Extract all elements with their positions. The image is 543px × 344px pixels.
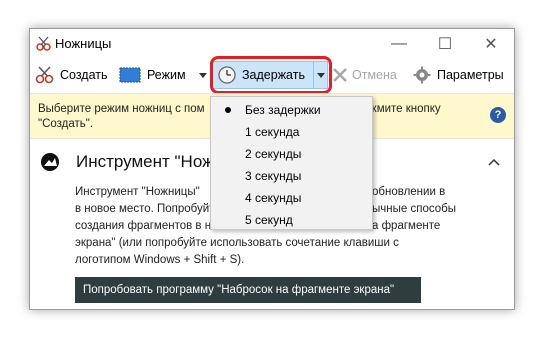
delay-menu-item-label: Без задержки	[245, 103, 321, 117]
tool-body-line-right: ычные способы	[372, 203, 456, 215]
mode-label: Режим	[147, 68, 186, 82]
delay-dropdown-menu: Без задержки 1 секунда 2 секунды 3 секун…	[210, 96, 373, 230]
info-text-left: Выберите режим ножниц с пом	[38, 103, 205, 115]
scissors-icon	[35, 66, 54, 84]
maximize-button[interactable]: ☐	[422, 29, 468, 59]
tool-body-line: создания фрагментов в н	[75, 220, 212, 232]
cancel-x-icon	[333, 68, 347, 82]
delay-menu-item-label: 1 секунда	[245, 125, 300, 139]
tool-body-line: Инструмент "Ножницы"	[75, 186, 200, 198]
tool-body-line: в новое место. Попробуйт	[75, 203, 215, 215]
options-button[interactable]: Параметры	[413, 60, 504, 90]
cancel-label: Отмена	[352, 68, 397, 82]
delay-menu-item[interactable]: 5 секунд	[211, 209, 372, 231]
chevron-down-icon	[317, 72, 325, 78]
scissors-icon	[36, 36, 51, 51]
new-snip-button[interactable]: Создать	[35, 60, 108, 90]
chevron-down-icon	[199, 72, 207, 78]
info-text-line2: "Создать".	[38, 118, 94, 130]
new-snip-label: Создать	[60, 68, 108, 82]
clock-icon	[218, 66, 236, 84]
tool-body-line: экрана" (или попробуйте использовать соч…	[75, 237, 399, 249]
collapse-icon[interactable]	[488, 153, 500, 171]
window-title: Ножницы	[55, 36, 112, 51]
delay-menu-item[interactable]: 1 секунда	[211, 121, 372, 143]
delay-label: Задержать	[242, 68, 305, 82]
sketch-tool-icon	[41, 153, 59, 171]
mode-dropdown-arrow[interactable]	[199, 60, 207, 90]
close-button[interactable]: ✕	[468, 29, 514, 59]
toolbar: Создать Режим Задержать Отмена Параметры	[30, 56, 514, 94]
gear-icon	[413, 66, 431, 84]
delay-dropdown-arrow[interactable]	[313, 61, 328, 89]
try-snip-sketch-button[interactable]: Попробовать программу "Набросок на фрагм…	[75, 277, 421, 303]
delay-menu-item-label: 2 секунды	[245, 147, 302, 161]
minimize-button[interactable]: —	[376, 29, 422, 59]
delay-menu-item[interactable]: Без задержки	[211, 99, 372, 121]
cancel-button[interactable]: Отмена	[332, 60, 397, 90]
delay-menu-item-label: 5 секунд	[245, 213, 293, 227]
delay-menu-item-label: 3 секунды	[245, 169, 302, 183]
tool-section-title: Инструмент "Нож	[76, 152, 214, 171]
delay-button[interactable]: Задержать	[211, 61, 328, 89]
mode-button[interactable]: Режим	[119, 60, 186, 90]
tool-body-line: логотипом Windows + Shift + S).	[75, 254, 245, 266]
selected-bullet-icon	[225, 107, 231, 113]
delay-menu-item[interactable]: 4 секунды	[211, 187, 372, 209]
delay-menu-item[interactable]: 3 секунды	[211, 165, 372, 187]
tool-body-line-right: обновлении в	[372, 186, 446, 198]
help-icon[interactable]: ?	[490, 107, 506, 123]
rectangle-mode-icon	[119, 67, 141, 83]
tool-body-line-right: а фрагменте	[372, 220, 441, 232]
options-label: Параметры	[437, 68, 504, 82]
title-bar: Ножницы — ☐ ✕	[30, 29, 514, 59]
info-text-right: жмите кнопку	[369, 103, 441, 115]
delay-menu-item-label: 4 секунды	[245, 191, 302, 205]
delay-menu-item[interactable]: 2 секунды	[211, 143, 372, 165]
